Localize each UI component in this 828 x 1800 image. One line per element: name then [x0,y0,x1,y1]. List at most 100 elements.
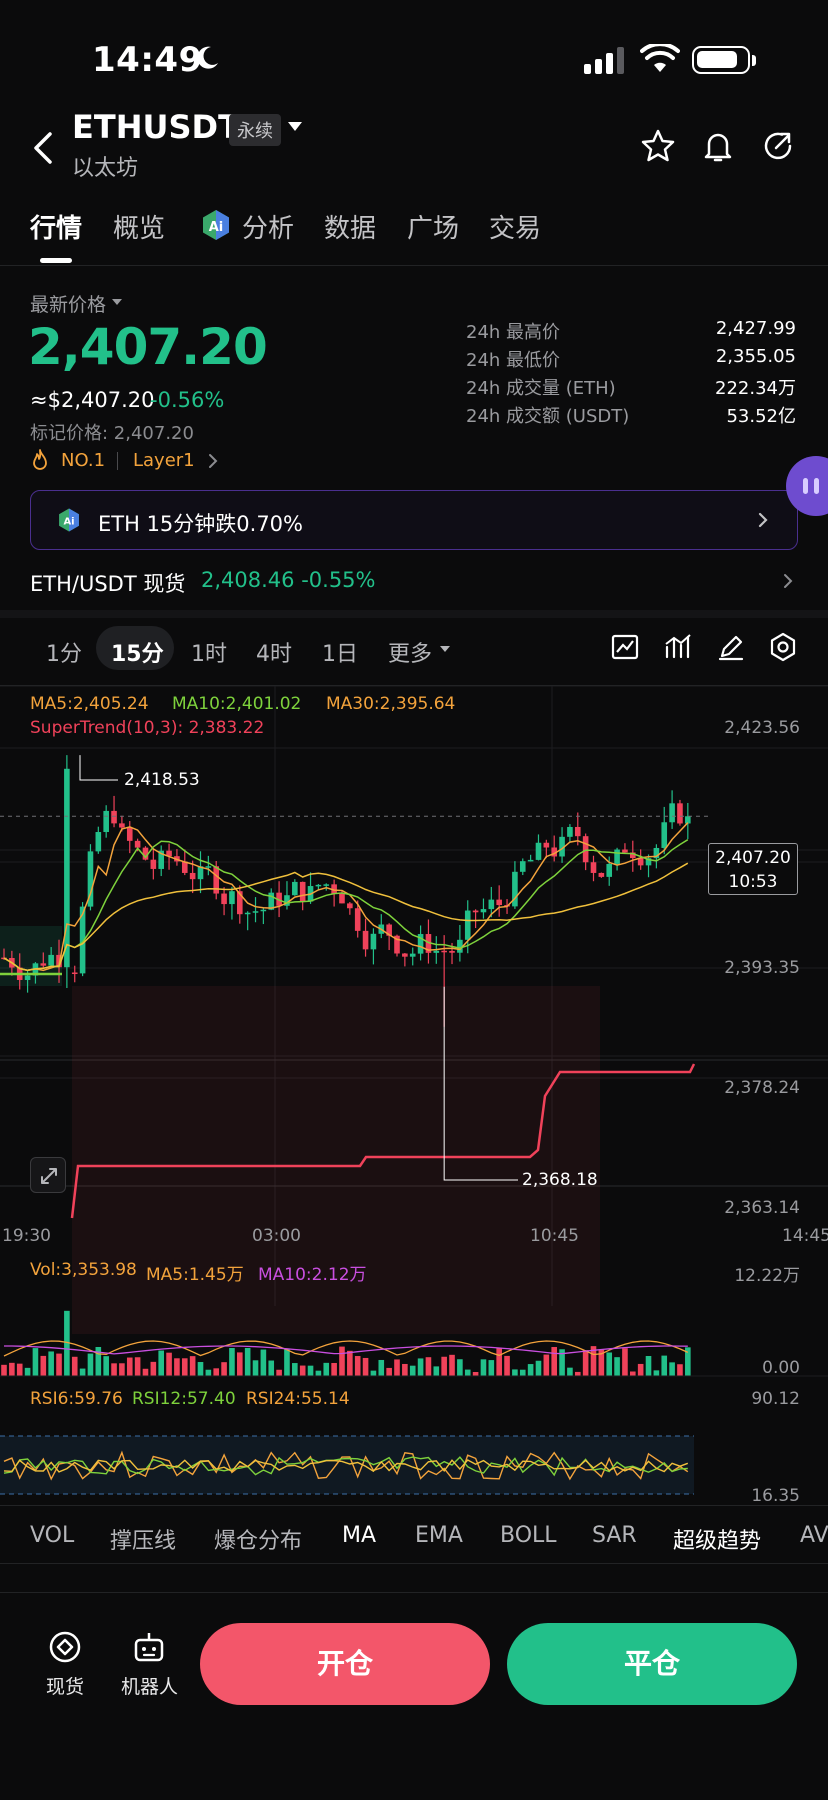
candle-body [582,836,589,863]
last-price-label[interactable]: 最新价格 [30,290,106,317]
chevron-right-icon[interactable] [756,510,770,530]
volume-ma5-legend: MA5:1.45万 [146,1265,244,1285]
back-arrow-icon[interactable] [30,128,58,168]
expand-chart-icon[interactable] [30,1157,66,1193]
tab-market[interactable]: 行情 [30,208,82,245]
volume-bar [166,1352,172,1376]
candle-body [244,912,251,915]
tab-overview[interactable]: 概览 [113,208,165,245]
ai-alert-text: ETH 15分钟跌0.70% [98,512,303,536]
candle-body [472,910,479,913]
indicator-av[interactable]: AV [800,1523,828,1548]
tab-analysis[interactable]: 分析 [242,208,294,245]
tab-trade[interactable]: 交易 [489,208,541,245]
status-time: 14:49 [92,40,203,80]
indicator-vol[interactable]: VOL [30,1523,74,1548]
spot-swap-icon[interactable] [48,1630,82,1664]
volume-bar [512,1369,518,1376]
chevron-right-icon[interactable] [206,452,220,470]
last-price-dropdown-icon[interactable] [112,299,122,305]
ai-analysis-icon: Ai [203,210,229,240]
volume-bar [339,1346,345,1376]
stat-low-label: 24h 最低价 [466,350,561,371]
timeframe-15m[interactable]: 15分 [111,636,164,668]
candle-body [252,911,259,913]
moon-icon [197,46,218,69]
timeframe-1d[interactable]: 1日 [322,636,358,668]
open-position-button[interactable]: 开仓 [200,1623,490,1705]
rank-tag[interactable]: NO.1 [61,450,105,471]
share-icon[interactable] [760,128,796,164]
more-dropdown-icon[interactable] [440,646,450,652]
mark-price: 标记价格: 2,407.20 [30,423,194,444]
candle-body [661,822,668,848]
indicator-boll[interactable]: BOLL [500,1523,557,1548]
volume-bar [669,1362,675,1376]
robot-icon[interactable] [132,1630,166,1664]
volume-bar [142,1368,149,1376]
volume-bar [488,1360,495,1376]
indicator-support-resistance[interactable]: 撑压线 [110,1523,176,1555]
indicator-sar[interactable]: SAR [592,1523,637,1548]
timeframe-1h[interactable]: 1时 [191,636,227,668]
sector-tag[interactable]: Layer1 [133,450,195,471]
candle-body [134,840,141,848]
indicator-ma[interactable]: MA [342,1523,376,1548]
bell-icon[interactable] [700,128,736,164]
volume-bar [362,1357,369,1376]
volume-bar [87,1353,94,1376]
tab-square[interactable]: 广场 [407,208,459,245]
indicator-liquidation[interactable]: 爆仓分布 [214,1523,302,1555]
tab-data[interactable]: 数据 [324,208,376,245]
contract-type-badge: 永续 [229,114,281,146]
change-percent: -0.56% [150,388,225,412]
draw-pencil-icon[interactable] [716,632,746,662]
timeframe-1m[interactable]: 1分 [46,636,82,668]
candle-body [260,909,267,912]
indicator-supertrend[interactable]: 超级趋势 [673,1523,761,1555]
rsi-chart[interactable] [0,1404,828,1504]
timeframe-more[interactable]: 更多 [388,636,432,668]
chart-type-icon[interactable] [610,632,640,662]
volume-bar [56,1353,62,1376]
volume-bar [323,1362,330,1376]
pair-title[interactable]: ETHUSDT [72,108,240,146]
stat-turnover-label: 24h 成交额 (USDT) [466,406,630,427]
volume-bar [126,1357,133,1376]
volume-bar [48,1351,54,1376]
battery-cap [752,55,756,66]
spot-label[interactable]: 现货 [46,1672,84,1699]
indicator-ema[interactable]: EMA [415,1523,463,1548]
volume-bar [150,1361,157,1376]
volume-bar [394,1359,400,1376]
svg-text:Ai: Ai [63,517,74,528]
candle-body [339,893,345,904]
indicator-icon[interactable] [663,632,693,662]
wifi-icon [640,44,680,72]
battery-icon [692,46,750,74]
volume-bar [32,1348,39,1376]
candle-body [71,972,78,975]
star-icon[interactable] [640,128,676,164]
candle-body [480,909,487,913]
volume-axis-tick: 0.00 [762,1358,800,1378]
close-position-button[interactable]: 平仓 [507,1623,797,1705]
low-marker-label: 2,368.18 [522,1170,598,1190]
high-marker-line [79,755,118,781]
volume-bar [24,1367,31,1376]
tabs-divider [0,265,828,266]
volume-bar [504,1355,510,1376]
volume-ma10-legend: MA10:2.12万 [258,1265,367,1285]
volume-bar [519,1369,526,1376]
bot-label[interactable]: 机器人 [121,1672,178,1699]
settings-icon[interactable] [768,632,798,662]
spot-pair-label[interactable]: ETH/USDT 现货 [30,568,185,598]
candlestick-chart[interactable] [0,686,828,1406]
pair-dropdown-icon[interactable] [288,122,302,131]
timeframe-4h[interactable]: 4时 [256,636,292,668]
bottom-bar-divider [0,1592,828,1593]
volume-bar [79,1368,86,1376]
volume-bar [425,1357,432,1376]
candle-body [315,884,322,887]
chevron-right-icon[interactable] [782,572,794,590]
